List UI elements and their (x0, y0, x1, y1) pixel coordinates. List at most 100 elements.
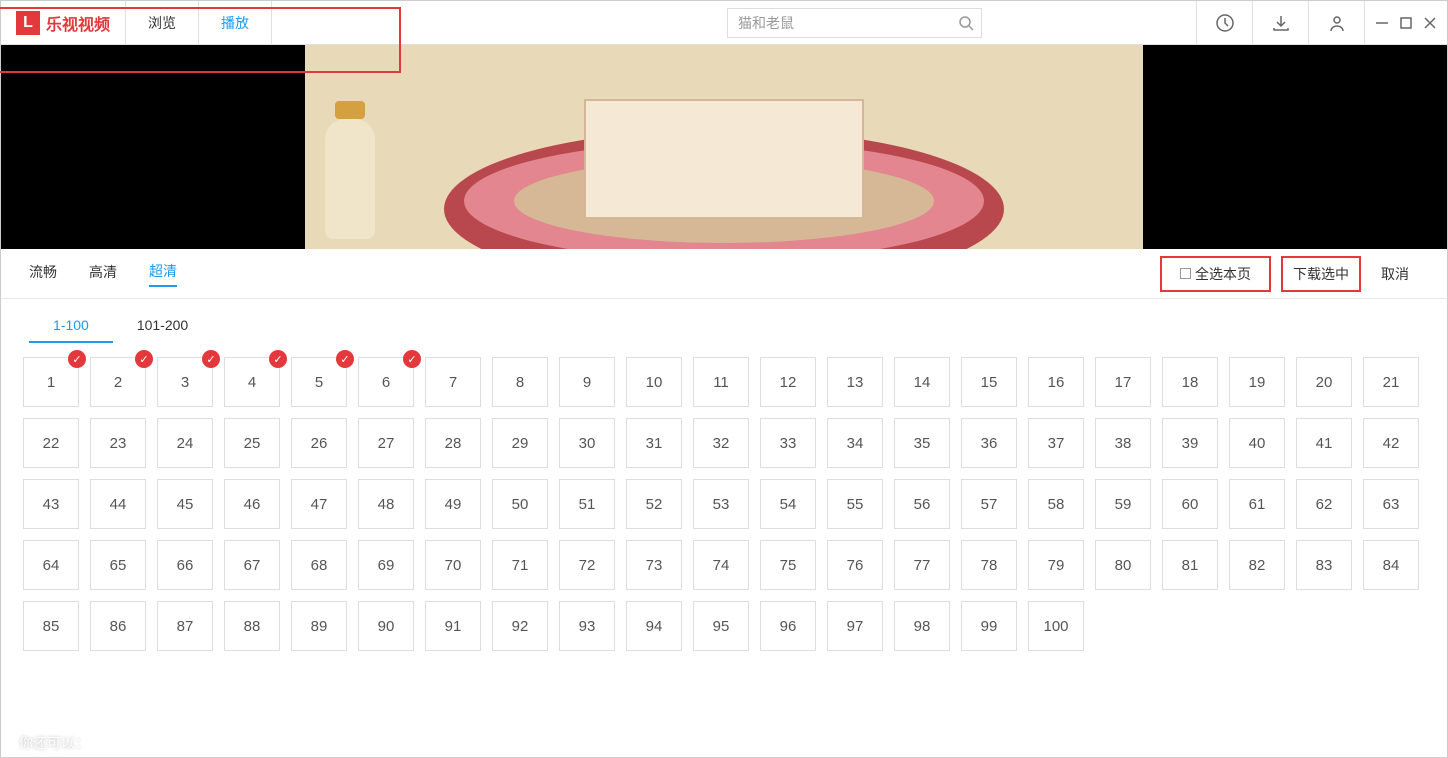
episode-button[interactable]: 76✓ (827, 540, 883, 590)
episode-button[interactable]: 70✓ (425, 540, 481, 590)
episode-button[interactable]: 28✓ (425, 418, 481, 468)
episode-button[interactable]: 82✓ (1229, 540, 1285, 590)
episode-button[interactable]: 9✓ (559, 357, 615, 407)
episode-button[interactable]: 21✓ (1363, 357, 1419, 407)
episode-button[interactable]: 61✓ (1229, 479, 1285, 529)
cancel-button[interactable]: 取消 (1371, 258, 1419, 290)
close-icon[interactable] (1423, 16, 1437, 30)
episode-button[interactable]: 3✓ (157, 357, 213, 407)
episode-button[interactable]: 63✓ (1363, 479, 1419, 529)
episode-button[interactable]: 86✓ (90, 601, 146, 651)
episode-button[interactable]: 24✓ (157, 418, 213, 468)
episode-button[interactable]: 77✓ (894, 540, 950, 590)
quality-uhd[interactable]: 超清 (149, 261, 177, 287)
episode-button[interactable]: 89✓ (291, 601, 347, 651)
episode-button[interactable]: 38✓ (1095, 418, 1151, 468)
episode-button[interactable]: 90✓ (358, 601, 414, 651)
history-button[interactable] (1196, 1, 1252, 44)
episode-button[interactable]: 46✓ (224, 479, 280, 529)
episode-button[interactable]: 83✓ (1296, 540, 1352, 590)
episode-button[interactable]: 25✓ (224, 418, 280, 468)
episode-button[interactable]: 14✓ (894, 357, 950, 407)
episode-button[interactable]: 40✓ (1229, 418, 1285, 468)
episode-button[interactable]: 84✓ (1363, 540, 1419, 590)
episode-button[interactable]: 69✓ (358, 540, 414, 590)
episode-button[interactable]: 20✓ (1296, 357, 1352, 407)
episode-button[interactable]: 42✓ (1363, 418, 1419, 468)
download-button[interactable] (1252, 1, 1308, 44)
episode-button[interactable]: 39✓ (1162, 418, 1218, 468)
episode-button[interactable]: 72✓ (559, 540, 615, 590)
episode-button[interactable]: 1✓ (23, 357, 79, 407)
minimize-icon[interactable] (1375, 16, 1389, 30)
episode-button[interactable]: 80✓ (1095, 540, 1151, 590)
episode-button[interactable]: 57✓ (961, 479, 1017, 529)
episode-button[interactable]: 41✓ (1296, 418, 1352, 468)
episode-button[interactable]: 27✓ (358, 418, 414, 468)
episode-button[interactable]: 5✓ (291, 357, 347, 407)
episode-button[interactable]: 7✓ (425, 357, 481, 407)
user-button[interactable] (1308, 1, 1364, 44)
episode-button[interactable]: 35✓ (894, 418, 950, 468)
episode-button[interactable]: 96✓ (760, 601, 816, 651)
episode-button[interactable]: 50✓ (492, 479, 548, 529)
episode-button[interactable]: 54✓ (760, 479, 816, 529)
episode-button[interactable]: 18✓ (1162, 357, 1218, 407)
episode-button[interactable]: 71✓ (492, 540, 548, 590)
episode-button[interactable]: 52✓ (626, 479, 682, 529)
episode-button[interactable]: 16✓ (1028, 357, 1084, 407)
episode-button[interactable]: 97✓ (827, 601, 883, 651)
episode-button[interactable]: 58✓ (1028, 479, 1084, 529)
episode-button[interactable]: 98✓ (894, 601, 950, 651)
episode-button[interactable]: 74✓ (693, 540, 749, 590)
episode-button[interactable]: 62✓ (1296, 479, 1352, 529)
episode-button[interactable]: 94✓ (626, 601, 682, 651)
episode-button[interactable]: 44✓ (90, 479, 146, 529)
episode-button[interactable]: 51✓ (559, 479, 615, 529)
tab-browse[interactable]: 浏览 (125, 1, 199, 44)
episode-button[interactable]: 23✓ (90, 418, 146, 468)
video-player[interactable] (1, 45, 1447, 249)
episode-button[interactable]: 17✓ (1095, 357, 1151, 407)
episode-button[interactable]: 36✓ (961, 418, 1017, 468)
episode-button[interactable]: 4✓ (224, 357, 280, 407)
quality-hd[interactable]: 高清 (89, 262, 117, 286)
episode-button[interactable]: 93✓ (559, 601, 615, 651)
episode-button[interactable]: 19✓ (1229, 357, 1285, 407)
episode-button[interactable]: 99✓ (961, 601, 1017, 651)
episode-button[interactable]: 88✓ (224, 601, 280, 651)
episode-button[interactable]: 45✓ (157, 479, 213, 529)
episode-button[interactable]: 92✓ (492, 601, 548, 651)
episode-button[interactable]: 56✓ (894, 479, 950, 529)
episode-button[interactable]: 59✓ (1095, 479, 1151, 529)
episode-button[interactable]: 87✓ (157, 601, 213, 651)
episode-button[interactable]: 31✓ (626, 418, 682, 468)
download-selected-button[interactable]: 下载选中 (1281, 256, 1361, 292)
episode-button[interactable]: 53✓ (693, 479, 749, 529)
select-all-button[interactable]: 全选本页 (1160, 256, 1271, 292)
episode-button[interactable]: 66✓ (157, 540, 213, 590)
episode-button[interactable]: 68✓ (291, 540, 347, 590)
episode-button[interactable]: 60✓ (1162, 479, 1218, 529)
maximize-icon[interactable] (1399, 16, 1413, 30)
episode-button[interactable]: 34✓ (827, 418, 883, 468)
tab-play[interactable]: 播放 (199, 1, 272, 44)
episode-button[interactable]: 100✓ (1028, 601, 1084, 651)
quality-smooth[interactable]: 流畅 (29, 262, 57, 286)
episode-button[interactable]: 55✓ (827, 479, 883, 529)
episode-button[interactable]: 30✓ (559, 418, 615, 468)
episode-button[interactable]: 29✓ (492, 418, 548, 468)
search-input[interactable] (728, 15, 951, 31)
episode-button[interactable]: 43✓ (23, 479, 79, 529)
episode-button[interactable]: 73✓ (626, 540, 682, 590)
episode-button[interactable]: 6✓ (358, 357, 414, 407)
episode-button[interactable]: 37✓ (1028, 418, 1084, 468)
range-1-100[interactable]: 1-100 (29, 309, 113, 343)
episode-button[interactable]: 91✓ (425, 601, 481, 651)
episode-button[interactable]: 2✓ (90, 357, 146, 407)
episode-button[interactable]: 32✓ (693, 418, 749, 468)
episode-button[interactable]: 48✓ (358, 479, 414, 529)
episode-button[interactable]: 26✓ (291, 418, 347, 468)
episode-button[interactable]: 12✓ (760, 357, 816, 407)
episode-button[interactable]: 79✓ (1028, 540, 1084, 590)
